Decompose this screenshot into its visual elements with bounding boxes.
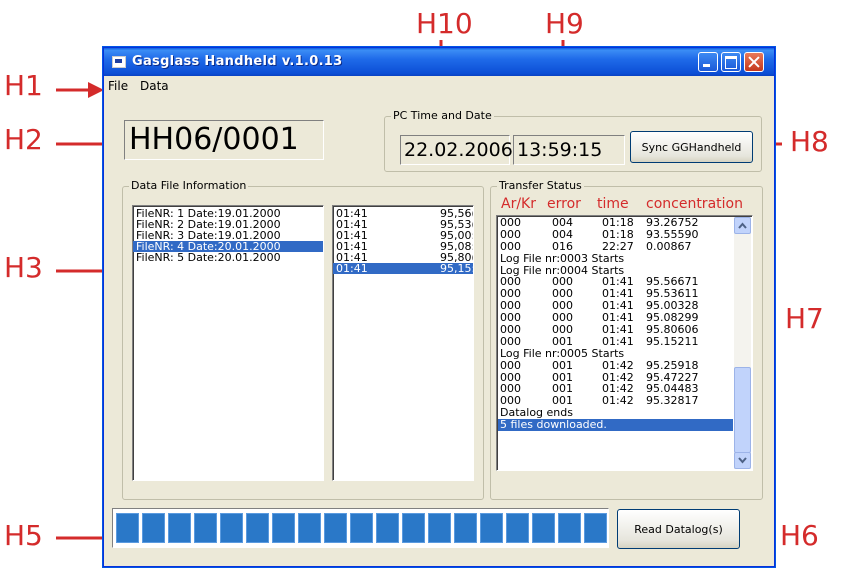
close-button[interactable] xyxy=(744,52,764,72)
callout-h10: H10 xyxy=(416,7,473,40)
progress-block xyxy=(584,513,607,543)
callout-h3: H3 xyxy=(4,251,43,284)
log-time: 01:42 xyxy=(602,358,634,372)
file-list[interactable]: FileNR: 1 Date:19.01.2000 FileNR: 2 Date:… xyxy=(132,205,324,481)
file-values-list[interactable]: 01:41 95,56(01:41 95,53(01:41 95,00: 01:41 95… xyxy=(332,205,474,481)
window-title: Gasglass Handheld v.1.0.13 xyxy=(132,54,343,69)
handheld-id-display: HH06/0001 xyxy=(124,120,324,160)
log-concentration: 95.32817 xyxy=(646,394,699,408)
progress-block xyxy=(454,513,477,543)
progress-block xyxy=(532,513,555,543)
log-error: 001 xyxy=(552,358,573,372)
status-header-arkr: Ar/Kr xyxy=(501,196,536,212)
progress-block xyxy=(428,513,451,543)
progress-block xyxy=(220,513,243,543)
log-concentration: 95.25918 xyxy=(646,358,699,372)
callout-h1: H1 xyxy=(4,69,43,102)
log-arkr: 000 xyxy=(500,358,521,372)
scroll-thumb[interactable] xyxy=(734,367,751,453)
progress-block xyxy=(272,513,295,543)
log-row[interactable]: 000 001 01:41 95.15211 xyxy=(498,336,733,348)
log-arkr: 000 xyxy=(500,239,521,253)
log-arkr: 000 xyxy=(500,227,521,241)
callout-h6: H6 xyxy=(780,519,819,552)
log-message: Log File nr:0003 Starts xyxy=(500,251,625,265)
log-time: 01:18 xyxy=(602,227,634,241)
menu-file[interactable]: File xyxy=(108,79,128,93)
pc-date-field: 22.02.2006 xyxy=(400,135,513,165)
progress-block xyxy=(298,513,321,543)
log-row[interactable]: Log File nr:0003 Starts xyxy=(498,251,733,265)
pc-time-group-title: PC Time and Date xyxy=(391,109,494,122)
value-time: 01:41 xyxy=(336,262,368,275)
chevron-up-icon xyxy=(738,222,747,229)
log-row[interactable]: 000 001 01:42 95.25918 xyxy=(498,358,733,372)
read-datalogs-button[interactable]: Read Datalog(s) xyxy=(617,509,740,549)
progress-block xyxy=(168,513,191,543)
callout-h7: H7 xyxy=(785,302,824,335)
callout-h9: H9 xyxy=(545,7,584,40)
menu-data[interactable]: Data xyxy=(140,79,169,93)
log-scrollbar[interactable] xyxy=(734,217,751,469)
maximize-button[interactable] xyxy=(721,52,741,72)
log-row[interactable]: 000 016 22:27 0.00867 xyxy=(498,239,733,253)
title-bar[interactable]: Gasglass Handheld v.1.0.13 xyxy=(104,48,774,76)
pc-time-field: 13:59:15 xyxy=(513,135,625,165)
progress-block xyxy=(142,513,165,543)
log-error: 016 xyxy=(552,239,573,253)
chevron-down-icon xyxy=(738,457,747,464)
progress-block xyxy=(116,513,139,543)
status-header-error: error xyxy=(547,196,581,212)
log-concentration: 95.15211 xyxy=(646,334,699,348)
value-list-item[interactable]: 01:41 95,15: xyxy=(333,263,473,274)
progress-block xyxy=(324,513,347,543)
log-time: 22:27 xyxy=(602,239,634,253)
transfer-status-log[interactable]: 000 004 01:18 93.26752 000 004 01:18 93.55590 00… xyxy=(496,215,753,471)
data-file-info-title: Data File Information xyxy=(129,179,249,192)
progress-block xyxy=(194,513,217,543)
log-row[interactable]: Log File nr:0005 Starts xyxy=(498,346,733,360)
app-window: Gasglass Handheld v.1.0.13 File Data HH0… xyxy=(103,47,775,567)
callout-h2: H2 xyxy=(4,123,43,156)
sync-handheld-button[interactable]: Sync GGHandheld xyxy=(630,131,753,163)
file-list-item[interactable]: FileNR: 5 Date:20.01.2000 xyxy=(133,252,323,263)
progress-block xyxy=(506,513,529,543)
progress-block xyxy=(350,513,373,543)
menu-bar: File Data xyxy=(104,77,774,95)
value-reading: 95,15: xyxy=(440,262,474,275)
log-row[interactable]: 5 files downloaded. xyxy=(498,418,733,432)
log-message: 5 files downloaded. xyxy=(500,418,607,432)
log-time: 01:42 xyxy=(602,394,634,408)
progress-block xyxy=(376,513,399,543)
log-concentration: 93.55590 xyxy=(646,227,699,241)
minimize-button[interactable] xyxy=(698,52,718,72)
log-message: Log File nr:0005 Starts xyxy=(500,346,625,360)
log-concentration: 0.00867 xyxy=(646,239,692,253)
progress-block xyxy=(246,513,269,543)
progress-block xyxy=(480,513,503,543)
status-header-time: time xyxy=(597,196,629,212)
transfer-status-title: Transfer Status xyxy=(497,179,584,192)
log-row[interactable]: 000 004 01:18 93.55590 xyxy=(498,227,733,241)
log-error: 004 xyxy=(552,227,573,241)
scroll-down-button[interactable] xyxy=(734,452,751,469)
callout-h8: H8 xyxy=(790,125,829,158)
progress-block xyxy=(402,513,425,543)
download-progress-bar xyxy=(112,508,609,548)
status-header-concentration: concentration xyxy=(646,196,743,212)
callout-h5: H5 xyxy=(4,519,43,552)
app-icon xyxy=(112,56,126,68)
progress-block xyxy=(558,513,581,543)
scroll-up-button[interactable] xyxy=(734,217,751,234)
